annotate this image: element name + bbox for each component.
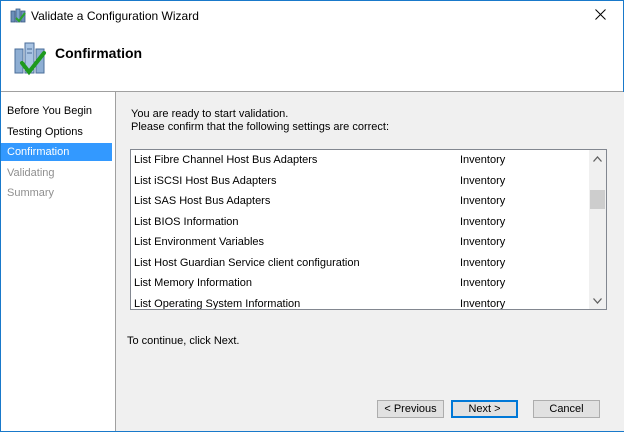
title-bar: Validate a Configuration Wizard [1,1,623,31]
intro-line-1: You are ready to start validation. [131,108,289,120]
test-name: List Environment Variables [134,236,265,248]
scroll-down-button[interactable] [589,292,606,309]
page-title: Confirmation [55,45,143,61]
test-name: List SAS Host Bus Adapters [134,195,271,207]
step-confirmation[interactable]: Confirmation [1,143,112,161]
list-item[interactable]: List Memory Information Inventory [131,273,586,293]
test-category: Inventory [460,277,506,289]
test-name: List BIOS Information [134,216,239,228]
test-category: Inventory [460,257,506,269]
list-item[interactable]: List Host Guardian Service client config… [131,253,586,273]
close-button[interactable] [577,1,623,31]
step-testing-options[interactable]: Testing Options [1,123,112,141]
list-item[interactable]: List Environment Variables Inventory [131,232,586,252]
test-name: List Memory Information [134,277,252,289]
chevron-up-icon [593,153,602,165]
wizard-window: Validate a Configuration Wizard Confirma… [0,0,624,432]
test-category: Inventory [460,298,506,310]
scrollbar-thumb[interactable] [590,190,605,209]
scroll-up-button[interactable] [589,150,606,167]
close-icon [594,9,606,23]
validation-wizard-icon [13,41,47,77]
cancel-button[interactable]: Cancel [533,400,600,418]
list-item[interactable]: List BIOS Information Inventory [131,212,586,232]
test-name: List Operating System Information [134,298,301,310]
intro-line-2: Please confirm that the following settin… [131,121,390,133]
vertical-scrollbar[interactable] [589,150,606,309]
test-category: Inventory [460,154,506,166]
test-category: Inventory [460,236,506,248]
chevron-down-icon [593,295,602,307]
list-item[interactable]: List Fibre Channel Host Bus Adapters Inv… [131,150,586,170]
test-category: Inventory [460,195,506,207]
test-category: Inventory [460,216,506,228]
intro-text: You are ready to start validation. Pleas… [131,108,389,134]
list-item[interactable]: List iSCSI Host Bus Adapters Inventory [131,171,586,191]
list-item[interactable]: List Operating System Information Invent… [131,294,586,310]
step-summary: Summary [7,187,55,199]
settings-list[interactable]: List Fibre Channel Host Bus Adapters Inv… [130,149,607,310]
window-title: Validate a Configuration Wizard [31,9,199,23]
test-name: List Host Guardian Service client config… [134,257,360,269]
previous-button[interactable]: < Previous [377,400,444,418]
test-name: List iSCSI Host Bus Adapters [134,175,277,187]
step-validating: Validating [7,167,55,179]
wizard-header: Confirmation [1,31,623,92]
list-item[interactable]: List SAS Host Bus Adapters Inventory [131,191,586,211]
test-name: List Fibre Channel Host Bus Adapters [134,154,318,166]
cluster-app-icon [10,8,26,24]
test-category: Inventory [460,175,506,187]
wizard-steps-sidebar: Before You Begin Testing Options Confirm… [1,92,115,431]
content-panel: You are ready to start validation. Pleas… [115,92,624,431]
step-before-you-begin[interactable]: Before You Begin [1,102,112,120]
next-button[interactable]: Next > [451,400,518,418]
continue-instructions: To continue, click Next. [127,335,240,347]
